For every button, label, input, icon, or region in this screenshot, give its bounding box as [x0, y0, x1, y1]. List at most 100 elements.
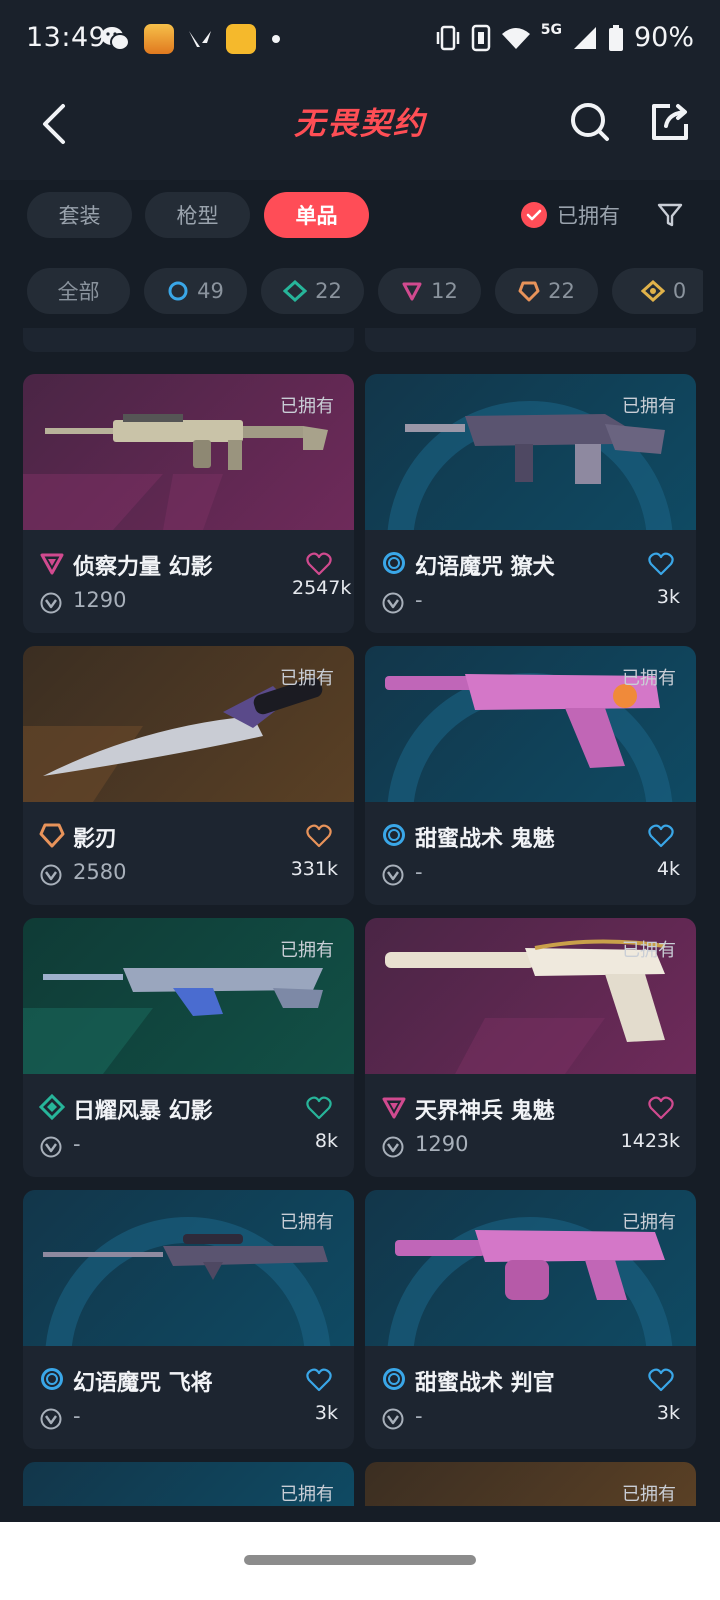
home-gesture-handle[interactable]	[244, 1555, 476, 1565]
vp-currency-icon	[40, 1136, 62, 1158]
item-likes: 3k	[314, 1402, 338, 1424]
rarity-chip-ultra[interactable]: 0	[612, 268, 703, 314]
check-icon	[521, 202, 547, 228]
vp-currency-icon	[40, 864, 62, 886]
rarity-chip-exclusive[interactable]: 22	[495, 268, 598, 314]
heart-icon[interactable]	[306, 1096, 332, 1120]
heart-icon[interactable]	[306, 552, 332, 576]
notification-icons	[100, 24, 282, 54]
item-likes: 331k	[290, 858, 338, 880]
vibrate-icon	[436, 25, 459, 50]
item-name: 甜蜜战术 鬼魅	[415, 827, 555, 852]
item-name: 日耀风暴 幻影	[73, 1099, 213, 1124]
select-tier-icon	[383, 824, 405, 846]
tab-single-item[interactable]: 单品	[264, 192, 369, 238]
search-button[interactable]	[562, 94, 618, 150]
owned-badge: 已拥有	[622, 396, 676, 417]
rarity-chip-select[interactable]: 49	[144, 268, 247, 314]
rifle-icon	[45, 414, 328, 470]
select-tier-icon	[383, 552, 405, 574]
item-name: 侦察力量 幻影	[73, 555, 213, 580]
select-tier-icon	[383, 1368, 405, 1390]
card-partial[interactable]: 已拥有	[23, 1462, 354, 1506]
rarity-chip-deluxe[interactable]: 22	[261, 268, 364, 314]
item-likes: 4k	[656, 858, 680, 880]
filter-button[interactable]	[651, 196, 689, 234]
system-nav-bar	[0, 1522, 720, 1600]
rarity-chip-premium[interactable]: 12	[378, 268, 481, 314]
game-app-icon	[144, 24, 174, 54]
item-name: 影刃	[73, 827, 118, 852]
card-partial[interactable]	[23, 328, 354, 352]
item-card[interactable]: 已拥有 影刃 2580 331k	[23, 646, 354, 905]
deluxe-tier-icon	[39, 1094, 65, 1120]
item-card[interactable]: 已拥有 甜蜜战术 判官 - 3k	[365, 1190, 696, 1449]
owned-badge: 已拥有	[280, 940, 334, 961]
deluxe-tier-icon	[283, 280, 308, 302]
tab-suits[interactable]: 套装	[27, 192, 132, 238]
app-header: 无畏契约	[0, 80, 720, 180]
item-card[interactable]: 已拥有 天界神兵 鬼魅 1290 1423k	[365, 918, 696, 1177]
rarity-filter-row: 全部 49 22 12 22 0	[27, 268, 703, 314]
item-card[interactable]: 已拥有 幻语魔咒 獠犬 - 3k	[365, 374, 696, 633]
select-tier-icon	[41, 1368, 63, 1390]
owned-filter-label: 已拥有	[557, 204, 620, 228]
item-card[interactable]: 已拥有 日耀风暴 幻影 - 8k	[23, 918, 354, 1177]
battery-icon	[608, 24, 623, 51]
filter-icon	[657, 203, 683, 227]
share-button[interactable]	[642, 94, 698, 150]
battery-level: 90%	[633, 22, 694, 53]
dot-icon	[272, 35, 280, 43]
owned-badge: 已拥有	[622, 1212, 676, 1233]
vp-currency-icon	[40, 592, 62, 614]
owned-badge: 已拥有	[622, 940, 676, 961]
vp-currency-icon	[382, 1136, 404, 1158]
item-price: -	[415, 588, 423, 612]
heart-icon[interactable]	[648, 1368, 674, 1392]
network-type: 5G	[540, 21, 562, 38]
item-likes: 2547k	[292, 577, 352, 599]
owned-badge: 已拥有	[622, 668, 676, 689]
item-card[interactable]: 已拥有 幻语魔咒 飞将 - 3k	[23, 1190, 354, 1449]
tab-gun-type[interactable]: 枪型	[145, 192, 250, 238]
item-name: 甜蜜战术 判官	[415, 1371, 555, 1396]
owned-badge: 已拥有	[280, 1212, 334, 1233]
owned-badge: 已拥有	[622, 1484, 676, 1505]
heart-icon[interactable]	[648, 824, 674, 848]
item-likes: 1423k	[620, 1130, 680, 1152]
card-partial[interactable]	[365, 328, 696, 352]
search-icon	[571, 103, 609, 141]
rarity-count: 49	[197, 279, 224, 303]
owned-filter-toggle[interactable]: 已拥有	[521, 192, 620, 238]
valorant-icon	[189, 31, 211, 47]
owned-badge: 已拥有	[280, 668, 334, 689]
heart-icon[interactable]	[306, 1368, 332, 1392]
premium-tier-icon	[40, 553, 64, 575]
heart-icon[interactable]	[648, 552, 674, 576]
item-price: -	[415, 860, 423, 884]
system-status: 5G 90%	[435, 22, 694, 53]
select-tier-icon	[168, 281, 188, 301]
camera-app-icon	[226, 24, 256, 54]
item-name: 幻语魔咒 飞将	[73, 1371, 213, 1396]
item-price: -	[415, 1404, 423, 1428]
vp-currency-icon	[40, 1408, 62, 1430]
vp-currency-icon	[382, 1408, 404, 1430]
rarity-chip-all[interactable]: 全部	[27, 268, 130, 314]
share-icon	[652, 104, 688, 140]
item-name: 幻语魔咒 獠犬	[415, 555, 555, 580]
item-price: -	[73, 1132, 81, 1156]
premium-tier-icon	[382, 1097, 406, 1119]
item-card[interactable]: 已拥有 甜蜜战术 鬼魅 - 4k	[365, 646, 696, 905]
card-partial[interactable]: 已拥有	[365, 1462, 696, 1506]
status-bar: 13:49 5G 90%	[0, 0, 720, 80]
item-name: 天界神兵 鬼魅	[415, 1099, 555, 1124]
rarity-chip-label: 全部	[57, 280, 100, 304]
item-card[interactable]: 已拥有 侦察力量 幻影 1290 2547k	[23, 374, 354, 633]
heart-icon[interactable]	[306, 824, 332, 848]
item-price: -	[73, 1404, 81, 1428]
item-grid: 已拥有 侦察力量 幻影 1290 2547k 已拥有 幻语魔咒 獠犬 - 3k …	[0, 328, 720, 1522]
heart-icon[interactable]	[648, 1096, 674, 1120]
vp-currency-icon	[382, 592, 404, 614]
exclusive-tier-icon	[39, 823, 65, 848]
